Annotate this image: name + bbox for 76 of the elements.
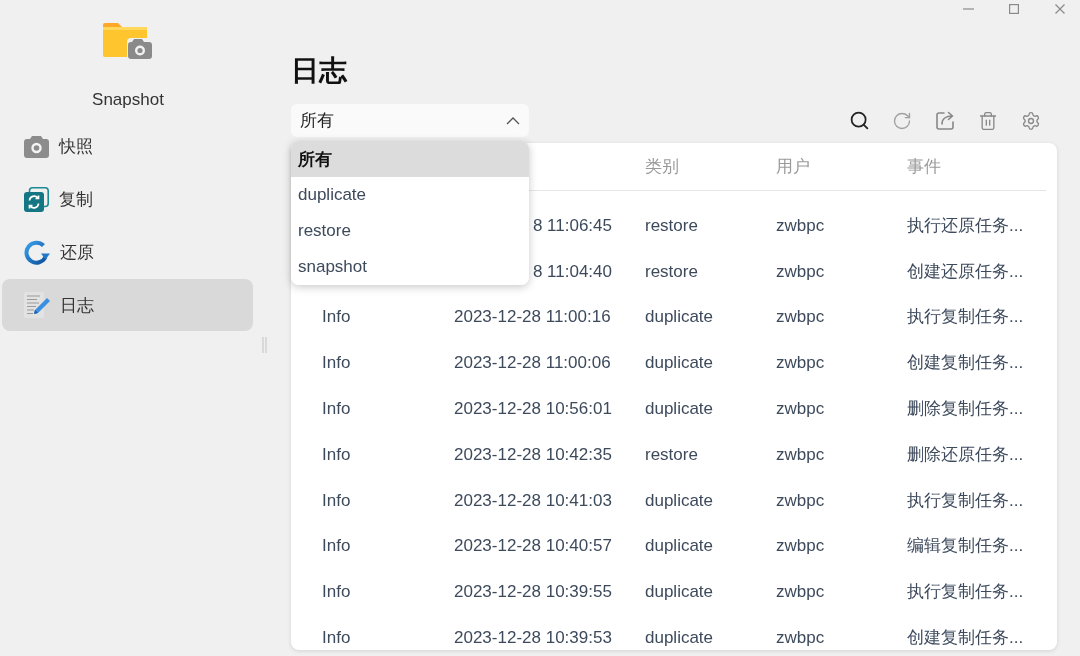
dropdown-option[interactable]: 所有: [291, 141, 529, 177]
table-cell: Info: [322, 490, 351, 511]
table-cell: 2023-12-28 10:41:03: [454, 490, 612, 511]
table-cell: 执行复制任务...: [907, 582, 1024, 603]
table-cell: zwbpc: [776, 490, 825, 511]
table-cell: duplicate: [645, 307, 714, 328]
search-icon: [848, 110, 870, 131]
close-icon: [1055, 4, 1065, 14]
dropdown-option[interactable]: duplicate: [291, 177, 529, 213]
settings-icon: [1021, 110, 1041, 131]
table-cell: 2023-12-28 10:42:35: [454, 444, 612, 465]
table-cell: duplicate: [645, 399, 714, 420]
table-cell: 创建复制任务...: [907, 628, 1024, 649]
maximize-icon: [1009, 4, 1019, 14]
sidebar-item[interactable]: 日志: [2, 279, 253, 331]
table-cell: 执行复制任务...: [907, 307, 1024, 328]
table-cell: zwbpc: [776, 307, 825, 328]
column-header: 事件: [907, 156, 941, 177]
table-cell: duplicate: [645, 628, 714, 649]
refresh-icon: [892, 110, 912, 131]
table-cell: duplicate: [645, 536, 714, 557]
table-cell: 2023-12-28 10:39:55: [454, 582, 612, 603]
page-title: 日志: [291, 54, 348, 88]
sidebar-item[interactable]: 复制: [2, 173, 253, 225]
filter-select[interactable]: 所有: [291, 104, 529, 137]
table-cell: 8 11:04:40: [532, 261, 612, 282]
sidebar-item[interactable]: 还原: [2, 226, 253, 278]
table-cell: 8 11:06:45: [532, 215, 612, 236]
table-cell: Info: [322, 353, 351, 374]
table-cell: duplicate: [645, 353, 714, 374]
table-cell: zwbpc: [776, 536, 825, 557]
dropdown-option[interactable]: restore: [291, 213, 529, 249]
table-cell: 删除复制任务...: [907, 399, 1024, 420]
table-cell: zwbpc: [776, 399, 825, 420]
column-header: 用户: [776, 156, 810, 177]
table-cell: zwbpc: [776, 582, 825, 603]
table-cell: restore: [645, 261, 698, 282]
table-cell: 创建还原任务...: [907, 261, 1024, 282]
table-cell: zwbpc: [776, 215, 825, 236]
circular-arrow-icon: [24, 239, 50, 265]
sync-copy-icon: [24, 186, 49, 212]
table-cell: Info: [322, 536, 351, 557]
table-cell: restore: [645, 215, 698, 236]
table-cell: 2023-12-28 10:40:57: [454, 536, 612, 557]
trash-icon: [978, 110, 998, 131]
table-cell: zwbpc: [776, 261, 825, 282]
table-cell: Info: [322, 444, 351, 465]
table-cell: zwbpc: [776, 353, 825, 374]
table-cell: 2023-12-28 10:56:01: [454, 399, 612, 420]
table-cell: duplicate: [645, 490, 714, 511]
table-cell: restore: [645, 444, 698, 465]
table-cell: Info: [322, 307, 351, 328]
minimize-icon: [962, 8, 974, 10]
table-cell: 执行复制任务...: [907, 490, 1024, 511]
table-cell: zwbpc: [776, 444, 825, 465]
table-cell: 2023-12-28 11:00:16: [454, 307, 611, 328]
table-cell: zwbpc: [776, 628, 825, 649]
export-icon: [935, 110, 955, 131]
sidebar-item[interactable]: 快照: [2, 120, 253, 172]
camera-icon: [24, 134, 49, 158]
app-name: Snapshot: [92, 90, 164, 110]
table-cell: 2023-12-28 11:00:06: [454, 353, 611, 374]
document-pen-icon: [24, 292, 50, 318]
table-cell: Info: [322, 399, 351, 420]
column-header: 类别: [645, 156, 679, 177]
table-cell: 删除还原任务...: [907, 444, 1024, 465]
table-cell: 2023-12-28 10:39:53: [454, 628, 612, 649]
table-cell: Info: [322, 582, 351, 603]
table-cell: 执行还原任务...: [907, 215, 1024, 236]
dropdown-option[interactable]: snapshot: [291, 249, 529, 285]
table-cell: 创建复制任务...: [907, 353, 1024, 374]
table-cell: Info: [322, 628, 351, 649]
table-cell: duplicate: [645, 582, 714, 603]
chevron-up-icon: [506, 116, 520, 125]
folder-camera-icon: [102, 22, 154, 62]
table-cell: 编辑复制任务...: [907, 536, 1024, 557]
